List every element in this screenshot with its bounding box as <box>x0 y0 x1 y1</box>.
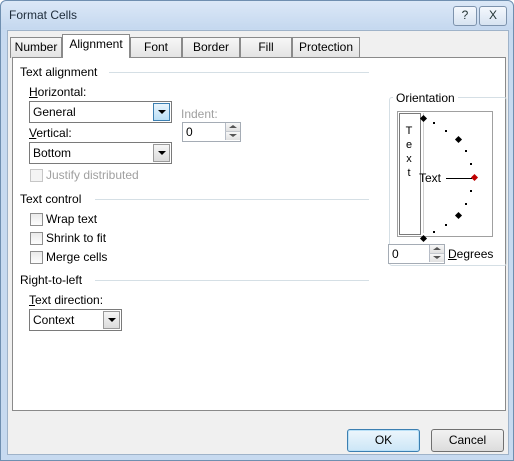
merge-cells-label: Merge cells <box>46 250 108 264</box>
spin-up-icon[interactable] <box>225 123 240 132</box>
spin-up-icon[interactable] <box>429 245 444 254</box>
chevron-down-icon[interactable] <box>103 311 120 329</box>
horizontal-select-value: General <box>33 105 76 119</box>
ok-button[interactable]: OK <box>347 429 420 452</box>
chevron-down-icon[interactable] <box>153 103 170 121</box>
dial-tick <box>433 122 435 124</box>
justify-distributed-checkbox[interactable] <box>30 169 43 182</box>
indent-stepper[interactable]: 0 <box>182 122 241 142</box>
dial-tick <box>465 150 467 152</box>
text-direction-select[interactable]: Context <box>29 309 122 331</box>
vertical-label: Vertical: <box>29 126 72 140</box>
vertical-text-letter: e <box>405 139 413 151</box>
horizontal-label: Horizontal: <box>29 85 87 99</box>
spin-down-icon[interactable] <box>225 132 240 140</box>
dial-tick <box>465 203 467 205</box>
dialog-client-area: Number Alignment Font Border Fill Protec… <box>7 30 509 455</box>
horizontal-label-rest: orizontal: <box>37 85 87 99</box>
close-button[interactable]: X <box>479 6 507 26</box>
chevron-down-icon[interactable] <box>153 144 170 162</box>
indent-label: Indent: <box>181 107 218 121</box>
wrap-text-label: Wrap text <box>46 212 98 226</box>
text-direction-label-rest: ext direction: <box>35 293 104 307</box>
degrees-stepper[interactable]: 0 <box>388 244 445 264</box>
merge-cells-checkbox[interactable] <box>30 251 43 264</box>
vertical-select[interactable]: Bottom <box>29 142 172 164</box>
text-direction-value: Context <box>33 313 75 327</box>
vertical-text-letter: t <box>407 167 411 179</box>
shrink-to-fit-label: Shrink to fit <box>46 231 107 245</box>
dial-tick <box>445 224 447 226</box>
tab-fill[interactable]: Fill <box>240 37 292 58</box>
section-divider <box>109 72 369 73</box>
title-bar[interactable]: Format Cells ? X <box>1 1 513 29</box>
indent-value: 0 <box>186 125 193 139</box>
section-divider <box>95 199 369 200</box>
text-direction-label: Text direction: <box>29 293 104 307</box>
degrees-label-rest: egrees <box>456 247 494 261</box>
tab-alignment[interactable]: Alignment <box>62 34 130 58</box>
window-title: Format Cells <box>9 8 78 22</box>
section-divider <box>95 280 369 281</box>
text-control-heading: Text control <box>20 192 82 206</box>
vertical-text-letter: x <box>406 153 412 165</box>
tab-font[interactable]: Font <box>130 37 182 58</box>
tab-number[interactable]: Number <box>10 37 62 58</box>
wrap-text-checkbox[interactable] <box>30 213 43 226</box>
spin-down-icon[interactable] <box>429 254 444 262</box>
degrees-label: Degrees <box>448 247 494 261</box>
vertical-label-rest: ertical: <box>36 126 72 140</box>
text-alignment-heading: Text alignment <box>20 65 98 79</box>
vertical-select-value: Bottom <box>33 146 72 160</box>
orientation-heading: Orientation <box>393 91 458 105</box>
vertical-text-letter: T <box>405 125 413 137</box>
shrink-to-fit-checkbox[interactable] <box>30 232 43 245</box>
dial-tick <box>433 231 435 233</box>
dial-tick <box>445 130 447 132</box>
right-to-left-heading: Right-to-left <box>20 273 83 287</box>
orientation-dial-text: Text <box>419 171 442 185</box>
horizontal-select[interactable]: General <box>29 101 172 123</box>
dial-tick <box>470 190 472 192</box>
orientation-needle <box>446 178 472 179</box>
cancel-button[interactable]: Cancel <box>431 429 504 452</box>
tab-border[interactable]: Border <box>182 37 240 58</box>
justify-distributed-label: Justify distributed <box>46 168 139 182</box>
format-cells-dialog: Format Cells ? X Number Alignment Font B… <box>0 0 514 461</box>
dial-tick <box>470 163 472 165</box>
help-button[interactable]: ? <box>453 6 477 26</box>
alignment-panel: Text alignment Horizontal: General Inden… <box>12 57 507 411</box>
tab-protection[interactable]: Protection <box>292 37 360 58</box>
degrees-value: 0 <box>392 247 399 261</box>
